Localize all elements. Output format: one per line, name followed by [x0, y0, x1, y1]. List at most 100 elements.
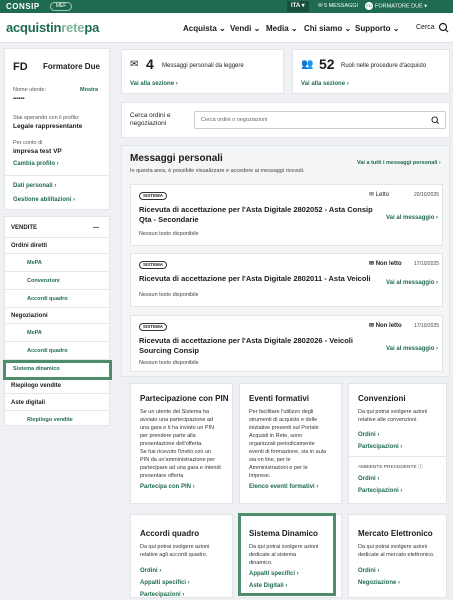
sidebar-item-auction-summary[interactable]: Riepilogo vendite	[27, 417, 73, 423]
message-title[interactable]: Ricevuta di accettazione per l'Asta Digi…	[139, 205, 379, 225]
envelope-icon: ✉	[130, 59, 139, 70]
sidebar-item-direct-orders[interactable]: Ordini diretti	[11, 243, 103, 249]
go-to-message-link[interactable]: Vai al messaggio ›	[386, 346, 438, 352]
info-icon[interactable]: ⓘ	[418, 465, 423, 470]
sidebar-item-mepa-orders[interactable]: MePA	[27, 260, 42, 266]
conventions-tile: Convenzioni Da qui potrai svolgere azion…	[348, 383, 447, 504]
training-events-link[interactable]: Elenco eventi formativi ›	[249, 484, 318, 490]
chevron-down-icon: ⌄	[290, 24, 298, 33]
mef-logo[interactable]: MEF	[50, 2, 72, 11]
personal-data-link[interactable]: Dati personali ›	[13, 183, 56, 189]
divider	[5, 289, 109, 290]
message-title[interactable]: Ricevuta di accettazione per l'Asta Digi…	[139, 274, 379, 284]
tile-title: Convenzioni	[358, 394, 406, 403]
user-name-label: FORMATORE DUE	[375, 3, 423, 10]
mepa-orders-link[interactable]: Ordini ›	[358, 568, 379, 574]
message-card[interactable]: SISTEMA ✉ Non letto 17/10/2025 Ricevuta …	[130, 315, 443, 372]
tile-description: Da qui potrai svolgere azioni relative a…	[358, 409, 428, 423]
framework-specific-tenders-link[interactable]: Appalti specifici ›	[140, 580, 190, 586]
users-icon: 👥	[301, 59, 314, 70]
messages-stat-label: Messaggi personali da leggere	[162, 63, 244, 69]
divider	[5, 175, 109, 176]
all-messages-link[interactable]: Vai a tutti i messaggi personali ›	[357, 160, 441, 166]
avatar: FD	[365, 2, 373, 10]
framework-orders-link[interactable]: Ordini ›	[140, 568, 161, 574]
sidebar-section-title[interactable]: VENDITE —	[11, 225, 103, 231]
nav-chi-siamo[interactable]: Chi siamo ⌄	[304, 24, 351, 33]
acquistinretepa-logo[interactable]: acquistinretepa	[6, 20, 99, 35]
framework-agreements-tile: Accordi quadro Da qui potrai svolgere az…	[130, 514, 233, 598]
messages-button[interactable]: ✉ 5 MESSAGGI	[318, 2, 358, 11]
conventions-orders-link[interactable]: Ordini ›	[358, 432, 379, 438]
previous-environment-label: AMBIENTE PRECEDENTE ⓘ	[358, 465, 423, 470]
message-status: ✉ Non letto	[369, 323, 402, 329]
username-label: Nome utente:	[13, 87, 47, 93]
change-profile-link[interactable]: Cambia profilo ›	[13, 161, 59, 167]
search-card: Cerca ordini e negoziazioni Cerca ordini…	[121, 102, 450, 138]
language-selector[interactable]: ITA ▾	[287, 1, 309, 12]
tile-description: Per facilitare l'utilizzo degli strument…	[249, 409, 327, 479]
tile-title: Partecipazione con PIN	[140, 394, 229, 403]
user-menu-button[interactable]: FD FORMATORE DUE ▾	[365, 2, 427, 11]
sidebar-item-conventions[interactable]: Convenzioni	[27, 278, 60, 284]
search-label[interactable]: Cerca	[416, 24, 435, 31]
roles-count: 52	[319, 56, 335, 72]
message-text: Nessun testo disponibile	[139, 231, 199, 237]
roles-section-link[interactable]: Vai alla sezione ›	[301, 81, 349, 87]
conventions-participations-link[interactable]: Partecipazioni ›	[358, 444, 402, 450]
nav-supporto[interactable]: Supporto ⌄	[355, 24, 399, 33]
profile-name: Formatore Due	[43, 62, 100, 71]
message-status: ✉ Letto	[369, 192, 390, 198]
chevron-down-icon: ⌄	[219, 24, 226, 33]
search-orders-input[interactable]: Cerca ordini o negoziazioni	[194, 111, 446, 129]
tile-description: Da qui potrai svolgere azioni dedicate a…	[358, 544, 435, 558]
messages-count: 4	[146, 56, 154, 72]
search-icon[interactable]	[430, 115, 441, 126]
nav-media[interactable]: Media ⌄	[266, 24, 298, 33]
previous-orders-link[interactable]: Ordini ›	[358, 476, 379, 482]
messages-subtitle: In questa area, è possibile visualizzare…	[130, 168, 305, 174]
for-label: Per conto di	[13, 140, 43, 146]
previous-participations-link[interactable]: Partecipazioni ›	[358, 488, 402, 494]
message-card[interactable]: SISTEMA ✉ Letto 20/10/2025 Ricevuta di a…	[130, 184, 443, 246]
operating-profile-value: Legale rappresentante	[13, 123, 83, 130]
divider	[5, 253, 109, 254]
tile-title: Eventi formativi	[249, 394, 310, 403]
tile-description: Se un utente del Sistema ha avviato una …	[140, 409, 221, 479]
message-status: ✉ Non letto	[369, 261, 402, 267]
electronic-market-tile: Mercato Elettronico Da qui potrai svolge…	[348, 514, 447, 598]
sidebar-item-digital-auctions[interactable]: Aste digitali	[11, 400, 103, 406]
mepa-negotiation-link[interactable]: Negoziazione ›	[358, 580, 400, 586]
show-username-link[interactable]: Mostra	[80, 87, 98, 93]
sidebar-item-framework-negotiations[interactable]: Accordi quadro	[27, 348, 68, 354]
system-badge: SISTEMA	[139, 192, 168, 200]
collapse-icon[interactable]: —	[93, 225, 99, 231]
participate-with-pin-link[interactable]: Partecipa con PIN ›	[140, 484, 195, 490]
sidebar-item-mepa-negotiations[interactable]: MePA	[27, 330, 42, 336]
nav-acquista[interactable]: Acquista ⌄	[183, 24, 226, 33]
system-badge: SISTEMA	[139, 261, 168, 269]
sidebar-item-framework-orders[interactable]: Accordi quadro	[27, 296, 68, 302]
chevron-down-icon: ⌄	[344, 24, 352, 33]
messages-section-link[interactable]: Vai alla sezione ›	[130, 81, 178, 87]
chevron-down-icon: ⌄	[253, 24, 261, 33]
company-value: impresa test VP	[13, 148, 62, 155]
divider	[5, 410, 109, 411]
nav-vendi[interactable]: Vendi ⌄	[230, 24, 260, 33]
consip-logo[interactable]: CONSIP	[6, 2, 40, 11]
framework-participations-link[interactable]: Partecipazioni ›	[140, 592, 184, 598]
go-to-message-link[interactable]: Vai al messaggio ›	[386, 280, 438, 286]
envelope-open-icon: ✉	[369, 192, 375, 198]
operating-label: Stai operando con il profilo:	[13, 115, 80, 121]
divider	[5, 341, 109, 342]
manage-enablements-link[interactable]: Gestione abilitazioni ›	[13, 197, 75, 203]
message-card[interactable]: SISTEMA ✉ Non letto 17/10/2025 Ricevuta …	[130, 253, 443, 307]
search-icon[interactable]	[437, 22, 451, 34]
message-text: Nessun testo disponibile	[139, 292, 199, 298]
divider	[5, 393, 109, 394]
message-title[interactable]: Ricevuta di accettazione per l'Asta Digi…	[139, 336, 379, 356]
sidebar-item-negotiations[interactable]: Negoziazioni	[11, 313, 103, 319]
divider	[5, 307, 109, 308]
sidebar-item-sales-summary[interactable]: Riepilogo vendite	[11, 383, 103, 389]
go-to-message-link[interactable]: Vai al messaggio ›	[386, 215, 438, 221]
